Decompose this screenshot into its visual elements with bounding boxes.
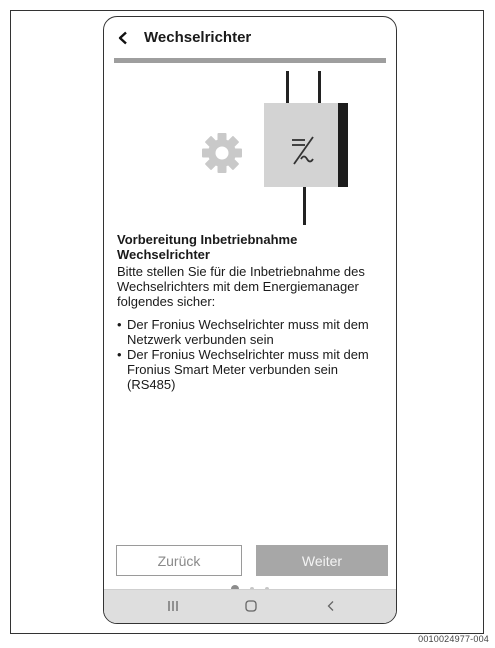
phone-screen: Wechselrichter Vorbereitung Inbetriebnah…	[103, 16, 397, 624]
recent-apps-icon[interactable]	[163, 597, 183, 615]
page-title: Wechselrichter	[144, 29, 252, 46]
app-bar: Wechselrichter	[104, 17, 396, 58]
document-id: 0010024977-004	[418, 634, 489, 644]
list-item: Der Fronius Wechselrichter muss mit dem …	[117, 347, 388, 392]
back-button[interactable]: Zurück	[116, 545, 242, 576]
illustration	[104, 67, 396, 227]
gear-icon	[202, 133, 242, 173]
section-heading: Vorbereitung Inbetriebnahme Wechselricht…	[117, 232, 298, 262]
home-icon[interactable]	[241, 597, 261, 615]
system-nav-bar	[104, 589, 396, 623]
system-back-icon[interactable]	[321, 597, 341, 615]
header-divider	[114, 58, 386, 63]
instructions: Vorbereitung Inbetriebnahme Wechselricht…	[117, 232, 388, 392]
intro-text: Bitte stellen Sie für die Inbetriebnahme…	[117, 264, 365, 309]
list-item: Der Fronius Wechselrichter muss mit dem …	[117, 317, 388, 347]
requirements-list: Der Fronius Wechselrichter muss mit dem …	[117, 317, 388, 392]
back-arrow-icon[interactable]	[112, 27, 134, 49]
next-button[interactable]: Weiter	[256, 545, 388, 576]
inverter-icon	[264, 71, 348, 225]
